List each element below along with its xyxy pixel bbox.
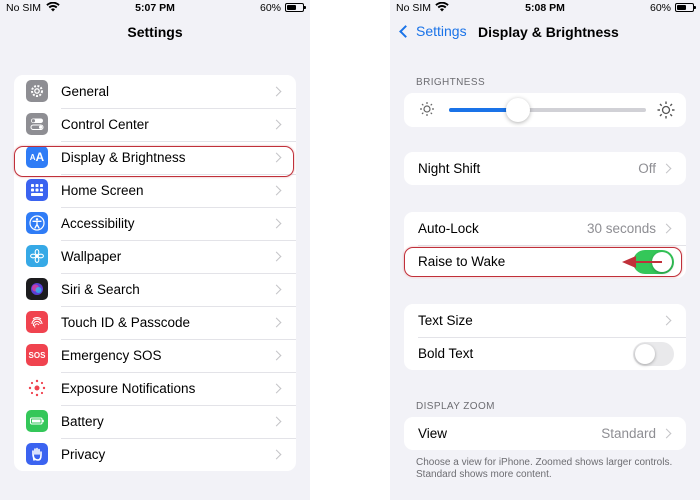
chevron-right-icon [271, 449, 282, 460]
raise-to-wake-label: Raise to Wake [418, 254, 506, 269]
divider-gap [310, 0, 390, 500]
brightness-slider[interactable] [449, 98, 646, 122]
settings-item-display-brightness[interactable]: AA Display & Brightness [14, 141, 296, 174]
settings-list: General Control Center AA Display & Brig… [14, 75, 296, 471]
settings-item-privacy[interactable]: Privacy [14, 438, 296, 471]
view-label: View [418, 426, 448, 441]
chevron-right-icon [271, 317, 282, 328]
sos-icon: SOS [26, 344, 48, 366]
bold-text-row: Bold Text [404, 337, 686, 370]
settings-item-emergency-sos[interactable]: SOS Emergency SOS [14, 339, 296, 372]
siri-icon [26, 278, 48, 300]
toggle-knob [635, 343, 655, 364]
toggles-icon [26, 113, 48, 135]
chevron-right-icon [271, 152, 282, 163]
settings-screen: No SIM 5:07 PM 60% Settings General Cont… [0, 0, 310, 500]
sos-icon-text: SOS [28, 350, 46, 360]
night-shift-label: Night Shift [418, 161, 481, 176]
brightness-slider-thumb[interactable] [505, 98, 530, 122]
back-button-label: Settings [416, 23, 467, 39]
auto-lock-row[interactable]: Auto-Lock 30 seconds [404, 212, 686, 245]
settings-item-label: Display & Brightness [61, 150, 186, 165]
home-grid-icon [26, 179, 48, 201]
settings-item-battery[interactable]: Battery [14, 405, 296, 438]
text-group: Text Size Bold Text [404, 304, 686, 370]
status-bar: No SIM 5:07 PM 60% [0, 0, 310, 16]
page-title: Display & Brightness [478, 24, 619, 40]
settings-item-exposure-notifications[interactable]: Exposure Notifications [14, 372, 296, 405]
settings-item-label: Exposure Notifications [61, 381, 196, 396]
chevron-right-icon [271, 119, 282, 130]
battery-percent: 60% [259, 2, 281, 14]
night-shift-value: Off [638, 161, 656, 176]
gear-icon [26, 80, 48, 102]
settings-item-wallpaper[interactable]: Wallpaper [14, 240, 296, 273]
chevron-right-icon [661, 428, 672, 439]
chevron-right-icon [661, 223, 672, 234]
settings-item-control-center[interactable]: Control Center [14, 108, 296, 141]
settings-item-touch-id[interactable]: Touch ID & Passcode [14, 306, 296, 339]
battery-fill [677, 5, 686, 10]
settings-item-accessibility[interactable]: Accessibility [14, 207, 296, 240]
brightness-header: BRIGHTNESS [416, 77, 486, 88]
fingerprint-icon [26, 311, 48, 333]
auto-lock-value: 30 seconds [586, 221, 656, 236]
battery-status-icon [675, 3, 696, 12]
night-shift-group: Night Shift Off [404, 152, 686, 185]
battery-percent: 60% [649, 2, 671, 14]
settings-item-label: Accessibility [61, 216, 135, 231]
status-bar: No SIM 5:08 PM 60% [390, 0, 700, 16]
chevron-right-icon [271, 416, 282, 427]
night-shift-row[interactable]: Night Shift Off [404, 152, 686, 185]
settings-item-label: Wallpaper [61, 249, 122, 264]
brightness-group [404, 93, 686, 127]
bold-text-label: Bold Text [418, 346, 474, 361]
text-size-icon: AA [26, 146, 48, 168]
sun-small-icon [418, 100, 436, 123]
settings-item-label: Siri & Search [61, 282, 140, 297]
chevron-left-icon [399, 24, 412, 38]
bold-text-toggle[interactable] [633, 341, 674, 366]
settings-item-label: Emergency SOS [61, 348, 162, 363]
chevron-right-icon [661, 163, 672, 174]
chevron-right-icon [661, 315, 672, 326]
hand-icon [26, 443, 48, 465]
sun-large-icon [656, 100, 676, 125]
display-brightness-screen: No SIM 5:08 PM 60% Settings Display & Br… [390, 0, 700, 500]
flower-icon [26, 245, 48, 267]
settings-item-siri-search[interactable]: Siri & Search [14, 273, 296, 306]
settings-item-home-screen[interactable]: Home Screen [14, 174, 296, 207]
settings-item-label: Home Screen [61, 183, 144, 198]
chevron-right-icon [271, 251, 282, 262]
text-size-label: Text Size [418, 313, 473, 328]
display-zoom-header: DISPLAY ZOOM [416, 401, 495, 412]
back-button[interactable]: Settings [398, 23, 467, 39]
exposure-icon [26, 377, 48, 399]
settings-item-label: General [61, 84, 110, 99]
settings-item-general[interactable]: General [14, 75, 296, 108]
view-row[interactable]: View Standard [404, 417, 686, 450]
chevron-right-icon [271, 185, 282, 196]
auto-lock-label: Auto-Lock [418, 221, 479, 236]
display-zoom-footer: Choose a view for iPhone. Zoomed shows l… [416, 457, 673, 480]
view-value: Standard [601, 426, 656, 441]
page-title: Settings [127, 24, 183, 40]
settings-item-label: Control Center [61, 117, 149, 132]
settings-item-label: Privacy [61, 447, 106, 462]
chevron-right-icon [271, 218, 282, 229]
chevron-right-icon [271, 383, 282, 394]
settings-item-label: Touch ID & Passcode [61, 315, 191, 330]
battery-icon [26, 410, 48, 432]
text-size-row[interactable]: Text Size [404, 304, 686, 337]
arrow-left-icon [622, 256, 662, 268]
chevron-right-icon [271, 86, 282, 97]
accessibility-icon [26, 212, 48, 234]
zoom-group: View Standard [404, 417, 686, 450]
battery-status-icon [285, 3, 306, 12]
chevron-right-icon [271, 284, 282, 295]
battery-fill [287, 5, 296, 10]
settings-item-label: Battery [61, 414, 104, 429]
chevron-right-icon [271, 350, 282, 361]
